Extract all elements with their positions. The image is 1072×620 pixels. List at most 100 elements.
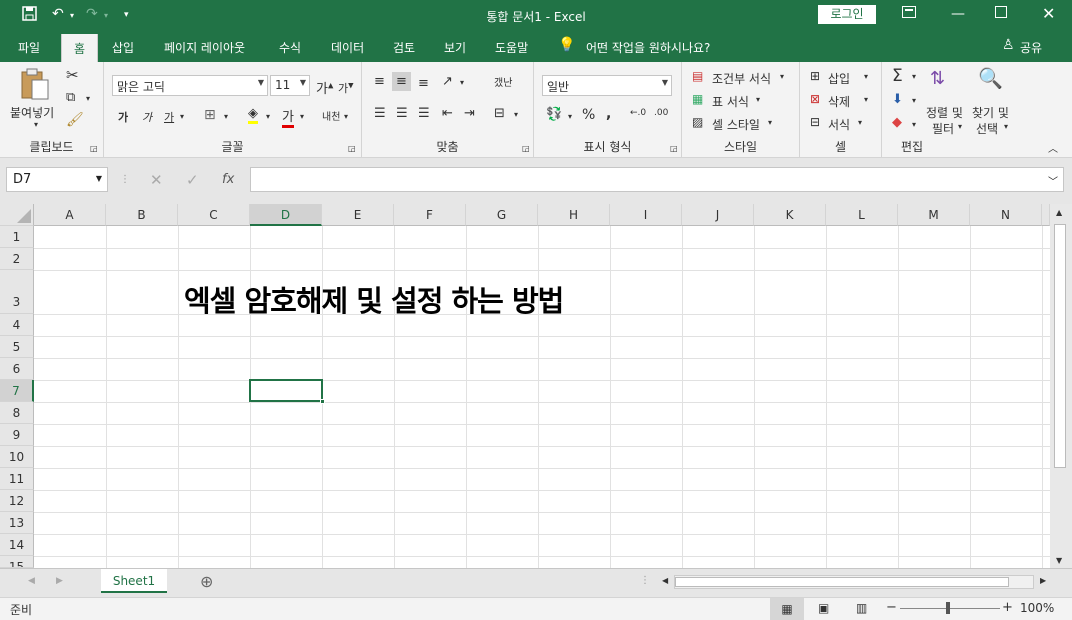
- alignment-launcher-icon[interactable]: ◲: [522, 144, 530, 153]
- prev-sheet-icon[interactable]: ◀: [28, 576, 35, 586]
- row-header-selected[interactable]: 7: [0, 380, 34, 402]
- column-header[interactable]: L: [826, 204, 898, 226]
- column-header[interactable]: J: [682, 204, 754, 226]
- name-box[interactable]: D7 ▼: [6, 167, 108, 192]
- merge-dropdown-icon[interactable]: ▾: [514, 110, 518, 119]
- row-header[interactable]: 9: [0, 424, 34, 446]
- conditional-format-dropdown-icon[interactable]: ▾: [780, 72, 784, 81]
- sheet-tab-sheet1[interactable]: Sheet1: [101, 569, 167, 593]
- clipboard-launcher-icon[interactable]: ◲: [90, 144, 98, 153]
- cell-style-icon[interactable]: ▨: [692, 115, 703, 129]
- align-right-icon[interactable]: ☰: [418, 106, 430, 121]
- column-header[interactable]: K: [754, 204, 826, 226]
- normal-view-icon[interactable]: ▦: [770, 598, 804, 620]
- row-header[interactable]: 12: [0, 490, 34, 512]
- decrease-indent-icon[interactable]: ⇤: [442, 106, 453, 121]
- insert-cells-icon[interactable]: ⊞: [810, 69, 820, 83]
- tab-home[interactable]: 홈: [61, 34, 99, 62]
- paste-icon[interactable]: [20, 68, 50, 103]
- page-break-view-icon[interactable]: ▥: [856, 601, 867, 615]
- number-format-combo[interactable]: 일반 ▼: [542, 75, 672, 96]
- column-header[interactable]: B: [106, 204, 178, 226]
- align-left-icon[interactable]: ☰: [374, 106, 386, 121]
- font-color-button[interactable]: 가: [282, 106, 294, 128]
- align-bottom-icon[interactable]: ≡: [418, 76, 429, 91]
- scroll-left-icon[interactable]: ◀: [662, 576, 668, 585]
- wrap-text-button[interactable]: 갰난: [494, 74, 512, 89]
- row-header[interactable]: 4: [0, 314, 34, 336]
- row-header[interactable]: 14: [0, 534, 34, 556]
- maximize-icon[interactable]: [995, 6, 1007, 22]
- orientation-icon[interactable]: ↗: [442, 74, 453, 89]
- select-all-corner[interactable]: [0, 204, 34, 226]
- delete-dropdown-icon[interactable]: ▾: [864, 95, 868, 104]
- phonetic-button[interactable]: 내천: [322, 108, 340, 123]
- sort-filter-label-2[interactable]: 필터: [932, 120, 954, 137]
- tell-me-search[interactable]: 어떤 작업을 원하시나요?: [586, 39, 710, 56]
- column-header[interactable]: N: [970, 204, 1042, 226]
- active-cell-d7[interactable]: [249, 379, 325, 404]
- share-button[interactable]: 공유: [1020, 39, 1042, 56]
- fill-dropdown-icon[interactable]: ▾: [912, 96, 916, 105]
- ribbon-display-options-icon[interactable]: [902, 6, 916, 22]
- increase-font-icon[interactable]: 가▲: [316, 78, 333, 97]
- column-header[interactable]: I: [610, 204, 682, 226]
- row-header[interactable]: 10: [0, 446, 34, 468]
- zoom-in-icon[interactable]: +: [1002, 600, 1013, 615]
- insert-cells-button[interactable]: 삽입: [828, 70, 850, 87]
- row-header[interactable]: 1: [0, 226, 34, 248]
- column-header[interactable]: M: [898, 204, 970, 226]
- border-icon[interactable]: ⊞: [204, 107, 216, 123]
- formula-input[interactable]: ﹀: [250, 167, 1064, 192]
- delete-cells-button[interactable]: 삭제: [828, 93, 850, 110]
- fill-color-icon[interactable]: ◈: [248, 106, 258, 124]
- font-launcher-icon[interactable]: ◲: [348, 144, 356, 153]
- chevron-down-icon[interactable]: ▼: [96, 174, 102, 183]
- column-header[interactable]: G: [466, 204, 538, 226]
- table-format-dropdown-icon[interactable]: ▾: [756, 95, 760, 104]
- column-header[interactable]: [1042, 204, 1050, 226]
- zoom-level[interactable]: 100%: [1020, 601, 1054, 615]
- format-cells-button[interactable]: 서식: [828, 116, 850, 133]
- tab-page-layout[interactable]: 페이지 레이아웃: [164, 39, 245, 56]
- copy-dropdown-icon[interactable]: ▾: [86, 94, 90, 103]
- percent-style-icon[interactable]: %: [582, 107, 595, 123]
- format-painter-icon[interactable]: 🖌: [66, 112, 84, 128]
- tab-view[interactable]: 보기: [444, 39, 466, 56]
- cancel-entry-icon[interactable]: ✕: [150, 171, 163, 189]
- row-header[interactable]: 3: [0, 270, 34, 314]
- delete-cells-icon[interactable]: ⊠: [810, 92, 820, 106]
- tab-insert[interactable]: 삽입: [112, 39, 134, 56]
- column-header[interactable]: H: [538, 204, 610, 226]
- column-header[interactable]: C: [178, 204, 250, 226]
- decrease-font-icon[interactable]: 가▼: [338, 80, 354, 96]
- find-select-dropdown-icon[interactable]: ▾: [1004, 122, 1008, 131]
- font-name-combo[interactable]: 맑은 고딕 ▼: [112, 75, 268, 96]
- font-color-dropdown-icon[interactable]: ▾: [300, 112, 304, 121]
- conditional-format-icon[interactable]: ▤: [692, 69, 703, 83]
- vertical-scroll-thumb[interactable]: [1054, 224, 1066, 468]
- login-button[interactable]: 로그인: [818, 5, 876, 24]
- align-top-icon[interactable]: ≡: [374, 74, 385, 89]
- tab-data[interactable]: 데이터: [331, 39, 364, 56]
- tab-formulas[interactable]: 수식: [279, 39, 301, 56]
- find-select-label-2[interactable]: 선택: [976, 120, 998, 137]
- expand-formula-icon[interactable]: ﹀: [1048, 173, 1058, 188]
- row-header[interactable]: 6: [0, 358, 34, 380]
- clear-icon[interactable]: ◆: [892, 115, 902, 130]
- zoom-slider[interactable]: [900, 602, 1000, 614]
- close-icon[interactable]: ✕: [1042, 4, 1055, 23]
- align-middle-icon[interactable]: ≡: [392, 72, 411, 91]
- worksheet-grid[interactable]: A B C D E F G H I J K L M N 1 2 3 4 5 6 …: [0, 204, 1050, 568]
- copy-icon[interactable]: ⧉: [66, 90, 75, 105]
- italic-button[interactable]: 가: [142, 109, 152, 125]
- find-select-label-1[interactable]: 찾기 및: [972, 104, 1009, 121]
- row-header[interactable]: 8: [0, 402, 34, 424]
- scroll-right-icon[interactable]: ▶: [1040, 576, 1046, 585]
- format-dropdown-icon[interactable]: ▾: [858, 118, 862, 127]
- sort-filter-dropdown-icon[interactable]: ▾: [958, 122, 962, 131]
- new-sheet-icon[interactable]: ⊕: [200, 572, 213, 591]
- cell-style-button[interactable]: 셀 스타일: [712, 116, 760, 133]
- tab-review[interactable]: 검토: [393, 39, 415, 56]
- row-header[interactable]: 5: [0, 336, 34, 358]
